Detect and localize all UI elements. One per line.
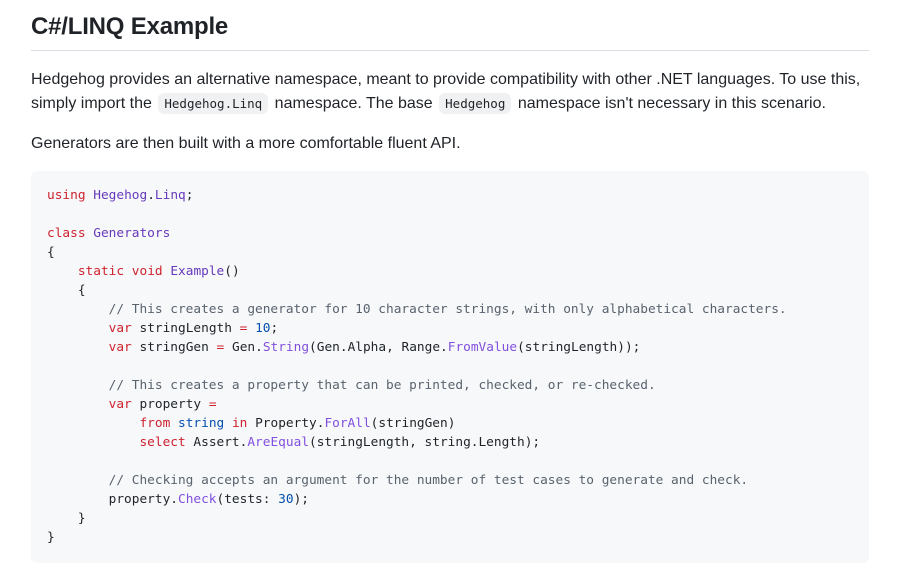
operator: =: [216, 340, 225, 355]
intro-text-1: Hedgehog provides an alternative namespa…: [31, 71, 861, 88]
identifier: Property.: [255, 416, 325, 431]
code-line-brace: }: [47, 509, 787, 528]
intro-paragraph: Hedgehog provides an alternative namespa…: [31, 68, 871, 116]
code-line-method: static void Example(): [47, 262, 787, 281]
code-line-brace: {: [47, 281, 787, 300]
arguments: );: [293, 492, 309, 507]
kw-class: class: [47, 226, 86, 241]
heading-divider: [31, 50, 869, 51]
code-line-var: var stringLength = 10;: [108, 321, 279, 336]
semicolon: ;: [185, 188, 194, 203]
namespace-part: Hegehog: [93, 188, 148, 203]
code-line-comment: // Checking accepts an argument for the …: [47, 471, 787, 490]
variable-name: property: [139, 397, 202, 412]
kw-void: void: [131, 264, 163, 279]
generators-paragraph: Generators are then built with a more co…: [31, 135, 461, 152]
code-line-brace: }: [47, 528, 787, 547]
method-call: String: [262, 340, 310, 355]
parens: (): [224, 264, 240, 279]
arguments: (Gen.Alpha, Range.: [309, 340, 448, 355]
code-content[interactable]: using Hegehog.Linq; class Generators { sta…: [47, 186, 787, 547]
code-line-var: var property =: [47, 395, 787, 414]
type-keyword: string: [178, 416, 225, 431]
kw-from: from: [139, 416, 171, 431]
dot: .: [147, 188, 155, 203]
code-line-check: property.Check(tests: 30);: [47, 490, 787, 509]
section-heading: C#/LINQ Example: [31, 13, 229, 40]
brace-open: {: [47, 245, 55, 260]
code-line-comment: // This creates a property that can be p…: [47, 376, 787, 395]
kw-static: static: [77, 264, 125, 279]
kw-var: var: [108, 397, 132, 412]
operator: =: [208, 397, 217, 412]
code-block[interactable]: using Hegehog.Linq; class Generators { sta…: [31, 171, 869, 563]
code-line-class: class Generators: [47, 224, 787, 243]
kw-var: var: [108, 321, 132, 336]
arguments: (stringLength, string.Length);: [308, 435, 541, 450]
code-line-using: using Hegehog.Linq;: [47, 186, 787, 205]
arguments: (stringLength));: [517, 340, 641, 355]
kw-in: in: [231, 416, 248, 431]
method-call: ForAll: [324, 416, 371, 431]
brace-close: }: [47, 530, 55, 545]
method-name: Example: [170, 264, 225, 279]
code-comment: // This creates a generator for 10 chara…: [108, 302, 787, 317]
inline-code-hedgehog-linq: Hedgehog.Linq: [158, 93, 269, 114]
code-line-brace: {: [47, 243, 787, 262]
arguments: (tests:: [216, 492, 279, 507]
number-literal: 30: [278, 492, 294, 507]
class-name: Generators: [93, 226, 171, 241]
operator: =: [239, 321, 248, 336]
identifier: Assert.: [193, 435, 248, 450]
identifier: Gen.: [231, 340, 263, 355]
arguments: (stringGen): [370, 416, 456, 431]
code-comment: // Checking accepts an argument for the …: [108, 473, 749, 488]
kw-var: var: [108, 340, 132, 355]
code-line-from: from string in Property.ForAll(stringGen…: [47, 414, 787, 433]
brace-close: }: [77, 511, 86, 526]
inline-code-hedgehog: Hedgehog: [439, 93, 512, 114]
variable-name: stringLength: [139, 321, 232, 336]
kw-using: using: [47, 188, 86, 203]
code-line-select: select Assert.AreEqual(stringLength, str…: [47, 433, 787, 452]
variable-name: stringGen: [139, 340, 209, 355]
intro-text-3: namespace. The base: [274, 95, 433, 112]
namespace-part: Linq: [154, 188, 186, 203]
intro-text-2: simply import the: [31, 95, 152, 112]
kw-select: select: [139, 435, 186, 450]
brace-open: {: [77, 283, 86, 298]
code-comment: // This creates a property that can be p…: [108, 378, 656, 393]
method-call: AreEqual: [247, 435, 309, 450]
identifier: property.: [108, 492, 178, 507]
method-call: FromValue: [447, 340, 518, 355]
document-page: C#/LINQ Example Hedgehog provides an alt…: [0, 0, 900, 588]
method-call: Check: [177, 492, 217, 507]
intro-text-4: namespace isn't necessary in this scenar…: [517, 95, 826, 112]
code-line-var: var stringGen = Gen.String(Gen.Alpha, Ra…: [47, 338, 787, 357]
code-line-comment: // This creates a generator for 10 chara…: [47, 300, 787, 319]
number-literal: 10: [255, 321, 271, 336]
